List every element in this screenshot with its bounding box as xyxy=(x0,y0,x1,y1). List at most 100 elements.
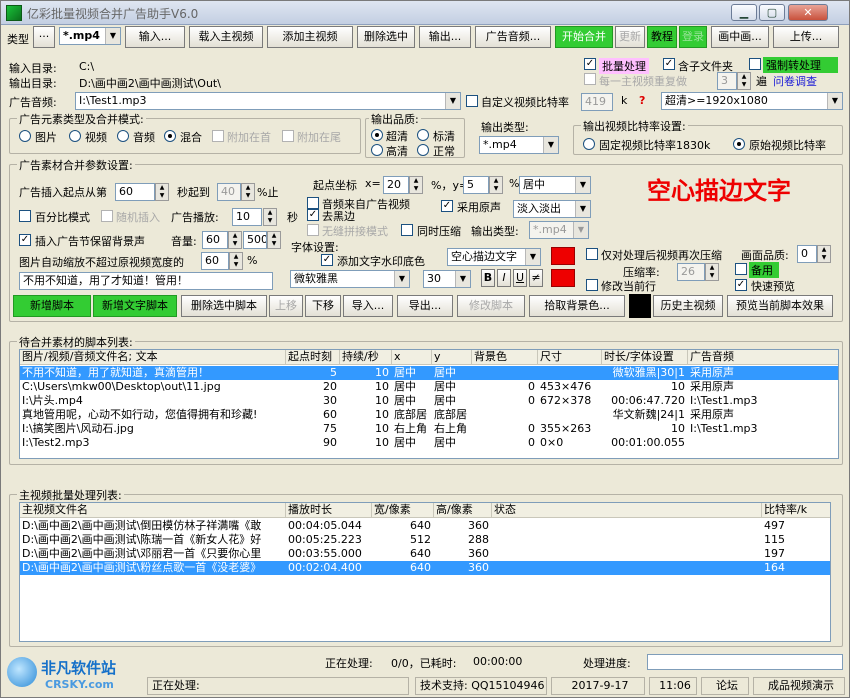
x-spinner[interactable]: ▲ ▼ xyxy=(409,176,423,194)
column-header[interactable]: 比特率/k xyxy=(762,503,830,518)
sync-compress-checkbox[interactable] xyxy=(401,224,413,236)
color-swatch-1[interactable] xyxy=(551,247,575,265)
table-row[interactable]: I:\Test2.mp3 90 10 居中 居中 0 0×0 00:01:00.055 xyxy=(20,436,838,450)
italic-button[interactable]: I xyxy=(497,269,511,287)
radio-mixed[interactable] xyxy=(164,130,176,142)
column-header[interactable]: 持续/秒 xyxy=(340,350,392,365)
volume-spinner-2[interactable]: ▲ ▼ xyxy=(267,231,281,249)
column-header[interactable]: 高/像素 xyxy=(434,503,492,518)
insert-from-spinner[interactable]: ▲ ▼ xyxy=(155,183,169,201)
column-header[interactable]: 图片/视频/音频文件名; 文本 xyxy=(20,350,286,365)
modify-current-checkbox[interactable] xyxy=(586,279,598,291)
column-header[interactable]: y xyxy=(432,350,472,365)
ad-play-spinner[interactable]: ▲ ▼ xyxy=(263,208,277,226)
column-header[interactable]: 广告音频 xyxy=(688,350,838,365)
table-row[interactable]: D:\画中画2\画中画测试\陈瑞一首《新女人花》好 00:05:25.223 512… xyxy=(20,533,830,547)
only-recompress-checkbox[interactable] xyxy=(586,248,598,260)
radio-super[interactable] xyxy=(371,129,383,141)
column-header[interactable]: 播放时长 xyxy=(286,503,372,518)
random-insert-checkbox[interactable] xyxy=(101,210,113,222)
auto-scale-input[interactable]: 60 xyxy=(201,252,229,270)
radio-standard[interactable] xyxy=(417,129,429,141)
audio-from-ad-checkbox[interactable] xyxy=(307,197,319,209)
type-select[interactable]: *.mp4 ▼ xyxy=(59,27,121,45)
bold-button[interactable]: B xyxy=(481,269,495,287)
use-original-checkbox[interactable]: ✓ xyxy=(441,200,453,212)
append-head-checkbox[interactable] xyxy=(212,130,224,142)
load-main-video-button[interactable]: 载入主视频 xyxy=(189,26,263,48)
repeat-checkbox[interactable] xyxy=(584,73,596,85)
update-button[interactable]: 更新 xyxy=(615,26,645,48)
delete-script-button[interactable]: 删除选中脚本 xyxy=(181,295,267,317)
main-video-table[interactable]: 主视频文件名 播放时长 宽/像素 高/像素 状态 比特率/k D:\画中画2\画中画测试\倒… xyxy=(19,502,831,642)
seamless-checkbox[interactable] xyxy=(307,224,319,236)
upload-button[interactable]: 上传... xyxy=(773,26,839,48)
force-checkbox[interactable] xyxy=(749,58,761,70)
table-row[interactable]: C:\Users\mkw00\Desktop\out\11.jpg 20 10 居中 居… xyxy=(20,380,838,394)
table-row[interactable]: D:\画中画2\画中画测试\倒田模仿林子祥满嘴《敢 00:04:05.044 640… xyxy=(20,519,830,533)
table-row[interactable]: 不用不知道，用了就知道，真滴管用！ 5 10 居中 居中 微软雅黑|30|1 采用原声 xyxy=(20,366,838,380)
import-button[interactable]: 导入... xyxy=(343,295,393,317)
column-header[interactable]: 主视频文件名 xyxy=(20,503,286,518)
sec-to-spinner[interactable]: ▲ ▼ xyxy=(241,183,255,201)
new-text-script-button[interactable]: 新增文字脚本 xyxy=(93,295,177,317)
radio-high[interactable] xyxy=(371,144,383,156)
keep-bg-checkbox[interactable]: ✓ xyxy=(19,234,31,246)
batch-checkbox[interactable]: ✓ xyxy=(584,58,596,70)
watermark-checkbox[interactable]: ✓ xyxy=(321,254,333,266)
forum-link[interactable]: 论坛 xyxy=(701,677,749,695)
compress-input[interactable]: 26 xyxy=(677,263,705,281)
insert-from-input[interactable]: 60 xyxy=(115,183,155,201)
underline-button[interactable]: U xyxy=(513,269,527,287)
column-header[interactable]: 尺寸 xyxy=(538,350,602,365)
radio-audio[interactable] xyxy=(117,130,129,142)
close-button[interactable]: ✕ xyxy=(788,4,828,21)
ad-play-input[interactable]: 10 xyxy=(232,208,262,226)
table-row[interactable]: D:\画中画2\画中画测试\粉丝点歌一首《没老婆》 00:02:04.400 640… xyxy=(20,561,830,575)
fade-select[interactable]: 淡入淡出 ▼ xyxy=(513,200,591,218)
column-header[interactable]: 状态 xyxy=(492,503,762,518)
append-tail-checkbox[interactable] xyxy=(282,130,294,142)
login-button[interactable]: 登录 xyxy=(679,26,707,48)
text-content-input[interactable]: 不用不知道，用了才知道！管用！ xyxy=(19,272,273,290)
volume-spinner[interactable]: ▲ ▼ xyxy=(228,231,242,249)
sec-to-input[interactable]: 40 xyxy=(217,183,241,201)
font-size-select[interactable]: 30 ▼ xyxy=(423,270,471,288)
column-header[interactable]: 起点时刻 xyxy=(286,350,340,365)
strike-button[interactable]: ≠ xyxy=(529,269,543,287)
y-spinner[interactable]: ▲ ▼ xyxy=(489,176,503,194)
new-script-button[interactable]: 新增脚本 xyxy=(13,295,91,317)
ad-audio-select[interactable]: I:\Test1.mp3 ▼ xyxy=(75,92,461,110)
radio-normal[interactable] xyxy=(417,144,429,156)
maximize-button[interactable]: ▢ xyxy=(759,4,785,21)
x-input[interactable]: 20 xyxy=(383,176,409,194)
subfolder-checkbox[interactable]: ✓ xyxy=(663,58,675,70)
type-more-button[interactable]: ... xyxy=(33,26,55,48)
font-style-select[interactable]: 空心描边文字 ▼ xyxy=(447,248,541,266)
output-button[interactable]: 输出... xyxy=(419,26,471,48)
script-table[interactable]: 图片/视频/音频文件名; 文本 起点时刻 持续/秒 x y 背景色 尺寸 时长/字体设置 广告音… xyxy=(19,349,839,459)
compress-spinner[interactable]: ▲ ▼ xyxy=(705,263,719,281)
input-button[interactable]: 输入... xyxy=(125,26,185,48)
output-type-select-2[interactable]: *.mp4 ▼ xyxy=(529,221,589,239)
radio-original-bitrate[interactable] xyxy=(733,138,745,150)
help-icon[interactable]: ? xyxy=(639,94,645,107)
column-header[interactable]: 时长/字体设置 xyxy=(602,350,688,365)
y-input[interactable]: 5 xyxy=(463,176,489,194)
table-row[interactable]: I:\搞笑图片\风动石.jpg 75 10 右上角 右上角 0 355×263 10 I:\Te… xyxy=(20,422,838,436)
edit-script-button[interactable]: 修改脚本 xyxy=(457,295,525,317)
table-row[interactable]: D:\画中画2\画中画测试\邓丽君一首《只要你心里 00:03:55.000 640… xyxy=(20,547,830,561)
remove-black-checkbox[interactable]: ✓ xyxy=(307,209,319,221)
out-type-select[interactable]: *.mp4 ▼ xyxy=(479,136,559,154)
tutorial-button[interactable]: 教程 xyxy=(647,26,677,48)
preview-effect-button[interactable]: 预览当前脚本效果 xyxy=(727,295,833,317)
ad-audio-button[interactable]: 广告音频... xyxy=(475,26,551,48)
percent-mode-checkbox[interactable] xyxy=(19,210,31,222)
radio-image[interactable] xyxy=(19,130,31,142)
table-row[interactable]: 真地管用呢，心动不如行动，您值得拥有和珍藏! 60 10 底部居 底部居 华文新魏|24|… xyxy=(20,408,838,422)
bg-color-swatch[interactable] xyxy=(629,294,651,318)
fast-preview-checkbox[interactable]: ✓ xyxy=(735,279,747,291)
pick-bg-button[interactable]: 拾取背景色... xyxy=(529,295,625,317)
align-select[interactable]: 居中 ▼ xyxy=(519,176,591,194)
table-row[interactable]: I:\片头.mp4 30 10 居中 居中 0 672×378 00:06:47.720 I:\… xyxy=(20,394,838,408)
